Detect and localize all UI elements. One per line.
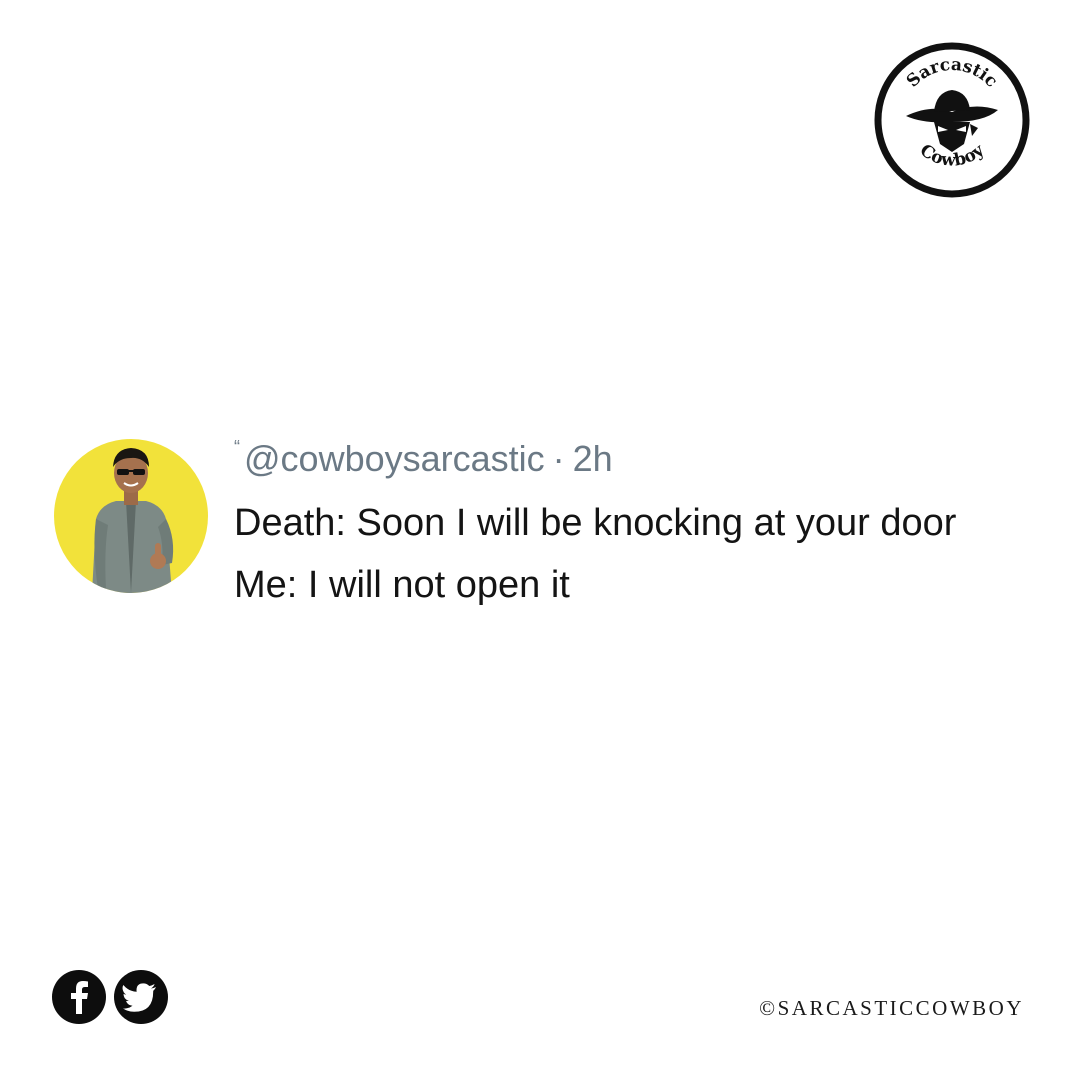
social-links bbox=[52, 970, 168, 1024]
tweet-text-line-2: Me: I will not open it bbox=[234, 564, 570, 606]
sarcastic-cowboy-logo: Sarcastic Cowboy bbox=[872, 40, 1032, 200]
tweet-card: “ @cowboysarcastic · 2h Death: Soon I will… bbox=[54, 436, 1034, 616]
meta-separator: · bbox=[552, 438, 565, 479]
tweet-meta: “ @cowboysarcastic · 2h bbox=[234, 436, 1034, 482]
twitter-icon[interactable] bbox=[114, 970, 168, 1024]
tweet-text-line-1: Death: Soon I will be knocking at your d… bbox=[234, 502, 957, 544]
tweet-time[interactable]: 2h bbox=[573, 438, 613, 479]
copyright-text: ©SARCASTICCOWBOY bbox=[759, 996, 1024, 1020]
profile-photo-icon bbox=[92, 448, 174, 593]
user-handle[interactable]: @cowboysarcastic bbox=[244, 438, 545, 479]
avatar[interactable] bbox=[54, 439, 208, 593]
quote-mark-icon: “ bbox=[234, 437, 240, 457]
facebook-icon[interactable] bbox=[52, 970, 106, 1024]
tweet-body: “ @cowboysarcastic · 2h Death: Soon I will… bbox=[234, 436, 1034, 608]
